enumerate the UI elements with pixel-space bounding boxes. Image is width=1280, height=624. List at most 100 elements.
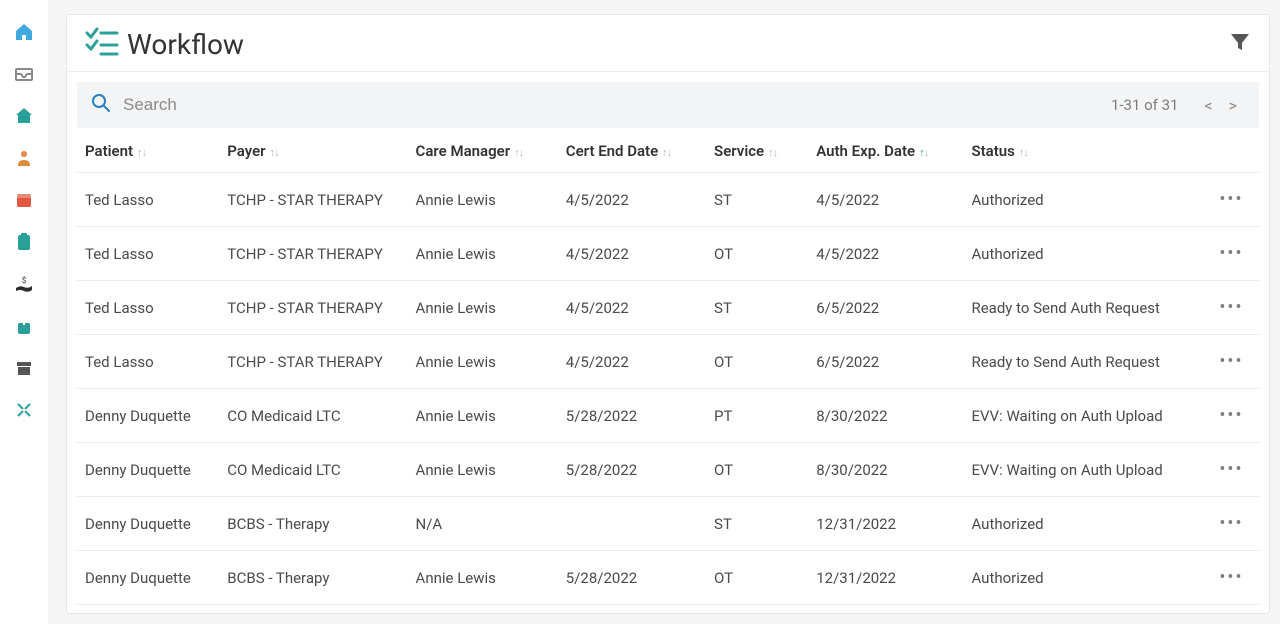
cell-status: EVV: Waiting on Auth Upload xyxy=(963,443,1203,497)
search-icon xyxy=(91,93,111,117)
col-service[interactable]: Service ↑↓ xyxy=(706,128,808,173)
sort-arrows-icon: ↑↓ xyxy=(919,146,928,159)
cell-cert: 4/5/2022 xyxy=(558,281,706,335)
inbox-nav[interactable] xyxy=(10,62,38,90)
sort-arrows-icon: ↑↓ xyxy=(514,146,523,159)
cell-status: Authorized xyxy=(963,227,1203,281)
row-actions-button[interactable]: ••• xyxy=(1204,389,1259,443)
sidebar: $ xyxy=(0,0,48,624)
cell-cert: 4/5/2022 xyxy=(558,335,706,389)
cell-cert: 5/28/2022 xyxy=(558,443,706,497)
cell-cert: 4/5/2022 xyxy=(558,173,706,227)
cell-cert xyxy=(558,497,706,551)
tools-nav[interactable] xyxy=(10,398,38,426)
sort-arrows-icon: ↑↓ xyxy=(662,146,671,159)
ellipsis-icon: ••• xyxy=(1219,513,1243,534)
col-label-care: Care Manager xyxy=(416,142,511,160)
ellipsis-icon: ••• xyxy=(1219,243,1243,264)
archive-nav[interactable] xyxy=(10,356,38,384)
cell-patient: Denny Duquette xyxy=(77,389,219,443)
cell-care: Annie Lewis xyxy=(408,227,558,281)
svg-text:$: $ xyxy=(22,276,27,285)
cell-payer: CO Medicaid LTC xyxy=(219,443,407,497)
ellipsis-icon: ••• xyxy=(1219,189,1243,210)
house-nav[interactable] xyxy=(10,104,38,132)
cell-care: Annie Lewis xyxy=(408,551,558,605)
cell-payer: TCHP - STAR THERAPY xyxy=(219,227,407,281)
home-nav[interactable] xyxy=(10,20,38,48)
hand-money-icon: $ xyxy=(15,275,33,297)
search-input[interactable] xyxy=(123,95,1111,115)
cell-payer: TCHP - STAR THERAPY xyxy=(219,281,407,335)
cell-care: Annie Lewis xyxy=(408,443,558,497)
cell-patient: Denny Duquette xyxy=(77,497,219,551)
cell-auth: 6/5/2022 xyxy=(808,281,963,335)
hand-money-nav[interactable]: $ xyxy=(10,272,38,300)
sort-arrows-icon: ↑↓ xyxy=(270,146,279,159)
cell-auth: 8/30/2022 xyxy=(808,389,963,443)
ellipsis-icon: ••• xyxy=(1219,405,1243,426)
cell-cert: 5/28/2022 xyxy=(558,605,706,614)
table-row: Ted LassoTCHP - STAR THERAPYAnnie Lewis4… xyxy=(77,227,1259,281)
next-page-button[interactable]: > xyxy=(1221,94,1245,117)
workflow-panel: Workflow 1-31 of 31 < > xyxy=(66,14,1270,614)
cell-payer: BCBS - Therapy xyxy=(219,551,407,605)
table-row: Denny DuquetteCO Medicaid LTCAnnie Lewis… xyxy=(77,389,1259,443)
cell-status: Ready to Send Auth Request xyxy=(963,281,1203,335)
row-actions-button[interactable]: ••• xyxy=(1204,173,1259,227)
prev-page-button[interactable]: < xyxy=(1196,94,1220,117)
row-actions-button[interactable]: ••• xyxy=(1204,335,1259,389)
col-label-service: Service xyxy=(714,142,764,160)
cell-patient: Ted Lasso xyxy=(77,281,219,335)
cell-service: PT xyxy=(706,389,808,443)
table-row: Denny DuquetteCO Medicaid LTCAnnie Lewis… xyxy=(77,443,1259,497)
cell-auth: 4/5/2022 xyxy=(808,227,963,281)
row-actions-button[interactable]: ••• xyxy=(1204,443,1259,497)
cell-payer: TCHP - STAR THERAPY xyxy=(219,335,407,389)
pagination-info: 1-31 of 31 xyxy=(1111,96,1179,114)
table-row: Denny DuquetteBCBS - TherapyAnnie Lewis5… xyxy=(77,551,1259,605)
cell-service: PT xyxy=(706,605,808,614)
table-row: Ted LassoTCHP - STAR THERAPYAnnie Lewis4… xyxy=(77,335,1259,389)
main: Workflow 1-31 of 31 < > xyxy=(48,0,1280,624)
cell-auth: 12/31/2022 xyxy=(808,497,963,551)
clipboard-nav[interactable] xyxy=(10,230,38,258)
cell-status: Authorized xyxy=(963,173,1203,227)
house-icon xyxy=(15,107,33,129)
row-actions-button[interactable]: ••• xyxy=(1204,605,1259,614)
col-status[interactable]: Status ↑↓ xyxy=(963,128,1203,173)
cell-auth: 6/5/2022 xyxy=(808,335,963,389)
cell-service: ST xyxy=(706,497,808,551)
cell-cert: 5/28/2022 xyxy=(558,551,706,605)
sort-arrows-icon: ↑↓ xyxy=(768,146,777,159)
cell-service: OT xyxy=(706,443,808,497)
cell-patient: Denny Duquette xyxy=(77,605,219,614)
table-scroll[interactable]: Patient↑↓Payer↑↓Care Manager↑↓Cert End D… xyxy=(67,128,1269,613)
ellipsis-icon: ••• xyxy=(1219,297,1243,318)
col-cert[interactable]: Cert End Date↑↓ xyxy=(558,128,706,173)
row-actions-button[interactable]: ••• xyxy=(1204,551,1259,605)
col-label-patient: Patient xyxy=(85,142,133,160)
person-nav[interactable] xyxy=(10,146,38,174)
row-actions-button[interactable]: ••• xyxy=(1204,281,1259,335)
col-label-status: Status xyxy=(971,142,1014,160)
cell-auth: 12/31/2022 xyxy=(808,605,963,614)
export-nav[interactable] xyxy=(10,314,38,342)
cell-care: Annie Lewis xyxy=(408,335,558,389)
cell-status: Authorized xyxy=(963,497,1203,551)
row-actions-button[interactable]: ••• xyxy=(1204,497,1259,551)
cell-payer: BCBS - Therapy xyxy=(219,497,407,551)
sort-arrows-icon: ↑↓ xyxy=(1019,146,1028,159)
archive-icon xyxy=(15,359,33,381)
cell-payer: TCHP - STAR THERAPY xyxy=(219,173,407,227)
col-patient[interactable]: Patient↑↓ xyxy=(77,128,219,173)
col-auth[interactable]: Auth Exp. Date↑↓ xyxy=(808,128,963,173)
filter-icon[interactable] xyxy=(1229,31,1251,57)
cell-service: ST xyxy=(706,281,808,335)
col-care[interactable]: Care Manager↑↓ xyxy=(408,128,558,173)
cell-status: Authorized xyxy=(963,551,1203,605)
cell-care: Annie Lewis xyxy=(408,173,558,227)
col-payer[interactable]: Payer↑↓ xyxy=(219,128,407,173)
row-actions-button[interactable]: ••• xyxy=(1204,227,1259,281)
calendar-nav[interactable] xyxy=(10,188,38,216)
